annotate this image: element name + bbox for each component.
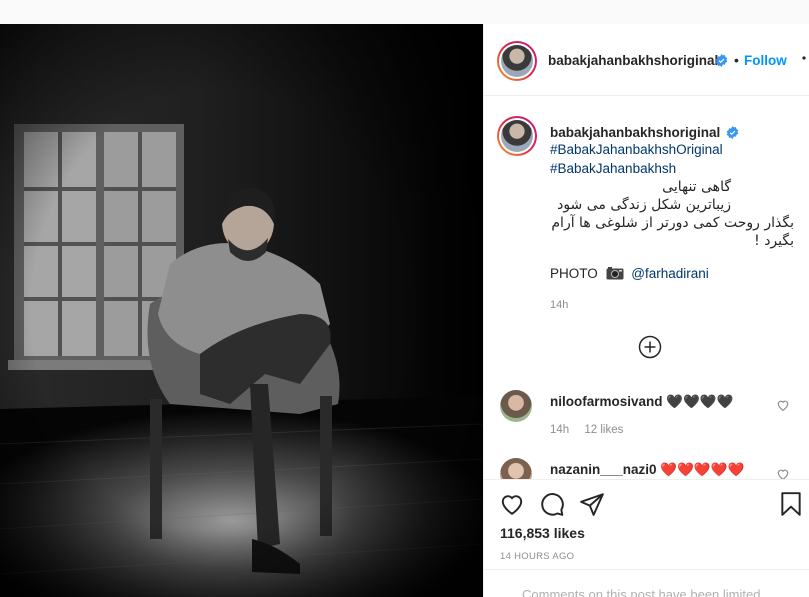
caption-line: بگیرد ! xyxy=(754,233,794,249)
bookmark-icon[interactable] xyxy=(778,491,804,517)
comment-item: nazanin___nazi0 ❤️❤️❤️❤️❤️ xyxy=(484,456,809,479)
camera-icon xyxy=(606,267,624,280)
divider xyxy=(484,479,809,480)
photo-label: PHOTO xyxy=(550,266,598,281)
verified-badge-icon xyxy=(727,126,739,139)
follow-button[interactable]: Follow xyxy=(744,53,787,68)
post-timestamp[interactable]: 14 HOURS AGO xyxy=(500,551,574,562)
post-header: babakjahanbakhshoriginal • Follow xyxy=(484,24,809,96)
hashtag-link[interactable]: #BabakJahanbakhshOriginal xyxy=(550,142,723,157)
caption-author-avatar[interactable] xyxy=(497,116,537,156)
comments-limited-notice: Comments on this post have been limited. xyxy=(522,587,765,597)
comment-text: 🖤🖤🖤🖤 xyxy=(666,394,734,409)
comment-icon[interactable] xyxy=(539,491,565,517)
commenter-username[interactable]: niloofarmosivand xyxy=(550,394,663,409)
author-avatar[interactable] xyxy=(497,41,537,81)
divider xyxy=(484,569,809,570)
top-bar xyxy=(0,0,809,24)
commenter-avatar[interactable] xyxy=(500,390,532,422)
caption-timestamp[interactable]: 14h xyxy=(550,299,568,311)
photographer-mention[interactable]: @farhadirani xyxy=(631,266,709,281)
hashtag-link[interactable]: #BabakJahanbakhsh xyxy=(550,161,676,176)
caption-line: زیباترین شکل زندگی می شود xyxy=(557,197,731,213)
verified-badge-icon xyxy=(715,54,728,67)
caption-username[interactable]: babakjahanbakhshoriginal xyxy=(550,125,720,140)
heart-icon[interactable] xyxy=(776,467,790,479)
comment-likes[interactable]: 12 likes xyxy=(584,424,623,436)
share-icon[interactable] xyxy=(579,491,605,517)
load-more-comments-icon[interactable] xyxy=(638,335,662,359)
heart-icon[interactable] xyxy=(776,398,790,412)
author-username[interactable]: babakjahanbakhshoriginal xyxy=(548,53,718,68)
commenter-avatar[interactable] xyxy=(500,458,532,479)
caption-line: گاهی تنهایی xyxy=(662,179,731,195)
post-photo[interactable] xyxy=(0,24,483,597)
comment-text: ❤️❤️❤️❤️❤️ xyxy=(660,462,745,477)
likes-count[interactable]: 116,853 likes xyxy=(500,525,585,541)
commenter-username[interactable]: nazanin___nazi0 xyxy=(550,462,657,477)
separator-dot: • xyxy=(734,52,739,68)
comment-time[interactable]: 14h xyxy=(550,424,569,436)
photo-credit: PHOTO @farhadirani xyxy=(550,266,709,281)
heart-icon[interactable] xyxy=(499,491,525,517)
caption-line: بگذار روحت کمی دورتر از شلوغی ها آرام xyxy=(551,215,794,231)
more-options-icon[interactable] xyxy=(790,46,809,70)
post-details-panel: babakjahanbakhshoriginal • Follow babakj… xyxy=(483,24,809,597)
post-image-man-in-chair xyxy=(0,24,483,597)
